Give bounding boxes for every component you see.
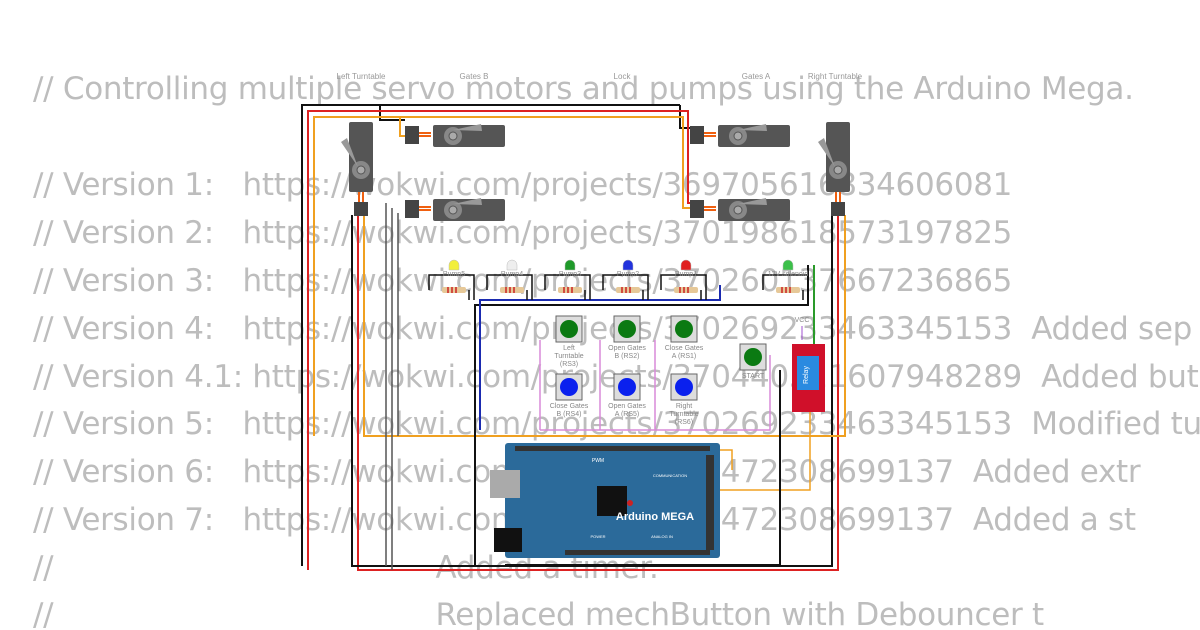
relay-label: Relay xyxy=(803,366,810,384)
button-label-line: START xyxy=(742,373,765,380)
pushbutton-close-gates-b-rs4[interactable]: Close GatesB (RS4) xyxy=(550,373,589,418)
communication-label: COMMUNICATION xyxy=(653,473,687,478)
pushbutton-open-gates-b-rs2[interactable]: Open GatesB (RS2) xyxy=(608,315,646,360)
button-label-line: A (RS1) xyxy=(672,353,697,360)
pushbutton-start[interactable]: START xyxy=(739,343,767,380)
servo-right-gates[interactable] xyxy=(690,198,790,221)
led-pump3: Pump3 xyxy=(544,259,591,300)
led-pump4: Pump4 xyxy=(486,259,533,300)
led-label: Pump3 xyxy=(559,271,581,278)
reset-button[interactable] xyxy=(627,500,633,506)
circuit-diagram: Pump5 Pump4 Pump3 Pump2 Pump1 12V solenoid Le… xyxy=(301,72,863,571)
board-name: Arduino MEGA xyxy=(616,511,694,523)
button-label-line: Close Gates xyxy=(550,403,589,410)
pwm-label: PWM xyxy=(592,458,604,464)
power-jack xyxy=(494,528,522,552)
button-label-line: Open Gates xyxy=(608,403,646,410)
servo-label-right-turntable: Right Turntable xyxy=(808,72,863,81)
button-label-line: A (RS5) xyxy=(615,411,640,418)
led-12v-solenoid: 12V solenoid xyxy=(762,259,809,300)
servo-label-gates-a: Gates A xyxy=(742,72,771,81)
button-label-line: Turntable xyxy=(669,411,698,418)
pushbutton-open-gates-a-rs5[interactable]: Open GatesA (RS5) xyxy=(608,373,646,418)
pushbutton-right-turntable-rs6[interactable]: RightTurntable(RS6) xyxy=(669,373,699,426)
button-label-line: Right xyxy=(676,403,692,410)
servo-gates-b[interactable] xyxy=(405,124,505,147)
servo-label-gates-b: Gates B xyxy=(460,72,489,81)
button-label-line: B (RS4) xyxy=(557,411,582,418)
analog-in-label: ANALOG IN xyxy=(651,534,673,539)
power-label: POWER xyxy=(590,534,605,539)
led-pump1: Pump1 xyxy=(660,259,707,300)
button-label-line: (RS6) xyxy=(675,419,693,426)
button-label-line: Open Gates xyxy=(608,345,646,352)
vcc-label: VCC xyxy=(795,317,810,324)
led-label: 12V solenoid xyxy=(768,271,809,278)
led-pump5: Pump5 xyxy=(428,259,475,300)
led-pump2: Pump2 xyxy=(602,259,649,300)
servo-label-lock: Lock xyxy=(614,72,632,81)
servo-right-turntable[interactable] xyxy=(818,122,850,216)
led-label: Pump1 xyxy=(675,271,697,278)
relay-module[interactable]: Relay VCC xyxy=(792,317,825,412)
led-label: Pump2 xyxy=(617,271,639,278)
pushbutton-close-gates-a-rs1[interactable]: Close GatesA (RS1) xyxy=(665,315,704,360)
button-label-line: Turntable xyxy=(554,353,583,360)
servo-lock[interactable] xyxy=(405,198,505,221)
button-label-line: (RS3) xyxy=(560,361,578,368)
button-label-line: Left xyxy=(563,345,575,352)
servo-label-left-turntable: Left Turntable xyxy=(337,72,386,81)
led-label: Pump5 xyxy=(443,271,465,278)
arduino-mega[interactable]: Arduino MEGA PWM COMMUNICATION POWER ANA… xyxy=(490,443,720,558)
button-label-line: B (RS2) xyxy=(615,353,640,360)
button-label-line: Close Gates xyxy=(665,345,704,352)
wokwi-project-preview: // Controlling multiple servo motors and… xyxy=(0,0,1200,630)
led-label: Pump4 xyxy=(501,271,523,278)
servo-left-turntable[interactable] xyxy=(341,122,373,216)
servo-gates-a[interactable] xyxy=(690,124,790,147)
usb-port xyxy=(490,470,520,498)
pushbutton-left-turntable-rs3[interactable]: LeftTurntable(RS3) xyxy=(554,315,584,368)
